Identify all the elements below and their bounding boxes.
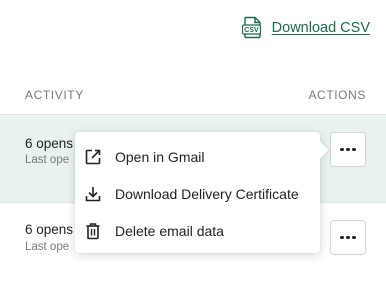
more-horizontal-icon (340, 147, 356, 152)
download-icon (84, 185, 102, 203)
row-activity-subtitle: Last ope (25, 154, 70, 166)
menu-item-label: Delete email data (115, 223, 224, 239)
menu-item-delete-email-data[interactable]: Delete email data (75, 213, 320, 249)
row-activity-title: 6 opens (25, 222, 74, 237)
row-activity-subtitle: Last ope (25, 241, 70, 253)
trash-icon (84, 222, 102, 240)
menu-item-label: Download Delivery Certificate (115, 186, 299, 202)
menu-item-download-certificate[interactable]: Download Delivery Certificate (75, 176, 320, 212)
row-activity-title: 6 opens (25, 136, 74, 151)
actions-dropdown-menu: Open in Gmail Download Delivery Certific… (75, 132, 329, 253)
menu-item-open-in-gmail[interactable]: Open in Gmail (75, 139, 320, 175)
more-horizontal-icon (340, 235, 356, 240)
menu-item-label: Open in Gmail (115, 149, 205, 165)
csv-file-icon: CSV (241, 16, 263, 39)
activity-column-header: ACTIVITY (25, 88, 84, 102)
download-csv-link[interactable]: CSV Download CSV (241, 16, 370, 39)
more-actions-button[interactable] (330, 132, 366, 167)
actions-column-header: ACTIONS (308, 88, 366, 102)
more-actions-button[interactable] (330, 220, 366, 255)
csv-icon-text: CSV (244, 27, 259, 34)
download-csv-label: Download CSV (271, 19, 370, 36)
external-link-icon (84, 148, 102, 166)
